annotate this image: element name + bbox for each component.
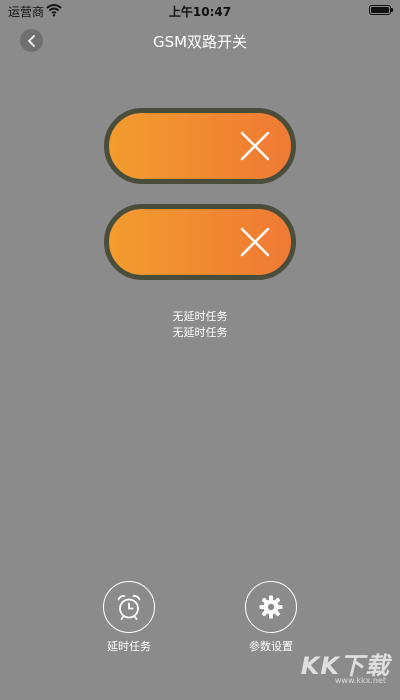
task-status-line-2: 无延时任务 [172, 326, 228, 339]
task-status-line-1: 无延时任务 [172, 310, 228, 323]
delay-task-label: 延时任务 [107, 640, 151, 653]
close-icon [240, 131, 270, 161]
gear-icon [259, 595, 283, 619]
switch-channel-2[interactable] [104, 204, 296, 280]
delay-task-circle [103, 581, 155, 633]
status-time: 上午10:47 [168, 5, 232, 19]
task-status: 无延时任务 无延时任务 [0, 309, 400, 341]
switch-channel-1[interactable] [104, 108, 296, 184]
alarm-clock-icon [117, 595, 141, 620]
watermark-url: www.kkx.net [334, 676, 386, 685]
battery-icon [369, 5, 393, 15]
watermark-logo: KK下载 www.kkx.net [280, 646, 390, 692]
settings-circle [245, 581, 297, 633]
settings-button[interactable]: 参数设置 [243, 581, 299, 654]
status-bar: 运营商 上午10:47 [0, 0, 400, 22]
page-title: GSM双路开关 [152, 33, 248, 51]
delay-task-button[interactable]: 延时任务 [101, 581, 157, 654]
close-icon [240, 227, 270, 257]
